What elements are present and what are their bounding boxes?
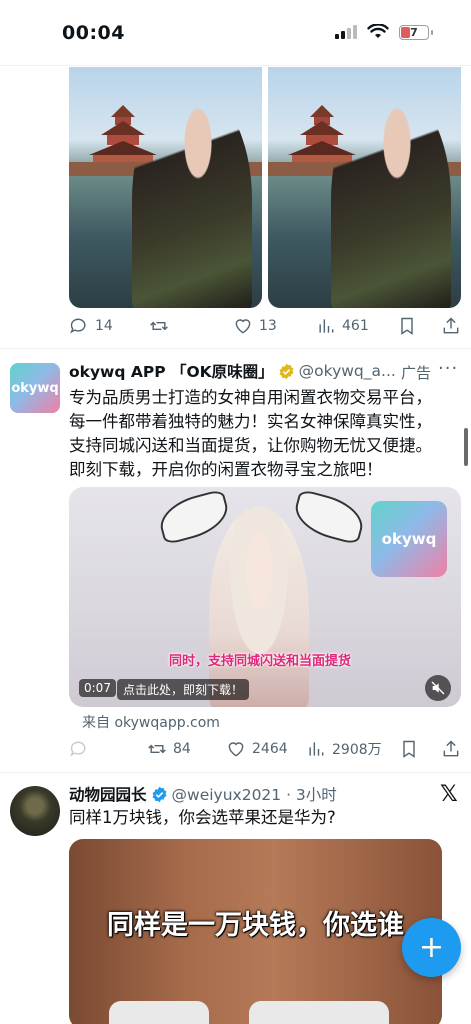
reply-icon [69,316,89,336]
cellular-signal-icon [335,25,357,39]
post-divider [0,772,471,773]
share-icon [441,739,461,759]
post-photo[interactable] [268,67,461,308]
post-photo[interactable] [69,67,262,308]
post-text-line: 每一件都带着独特的魅力！实名女神保障真实性， [69,412,432,431]
video-subject [209,507,309,707]
phone-image [109,1001,209,1024]
video-decoration [155,488,233,546]
image-caption: 同样是一万块钱，你选谁 [107,910,404,941]
reply-count: 14 [95,318,113,334]
status-time: 00:04 [62,22,125,44]
scrollbar[interactable] [464,428,468,466]
views-button[interactable]: 461 [316,316,369,336]
post-text-line: 即刻下载，开启你的闲置衣物寻宝之旅吧！ [69,460,383,479]
retweet-button[interactable]: 84 [147,739,191,759]
bookmark-button[interactable] [397,316,417,336]
x-logo-icon: 𝕏 [440,782,458,807]
share-icon [441,316,461,336]
wifi-icon [367,24,389,38]
like-count: 2464 [252,741,288,757]
avatar[interactable]: okywq [10,363,60,413]
bookmark-icon [397,316,417,336]
more-options-icon[interactable]: ··· [438,358,458,379]
bookmark-icon [399,739,419,759]
status-icons: 7 [335,24,433,40]
ad-post-header: okywq APP 「OK原味圈」 @okywq_a... [69,360,396,382]
author-handle[interactable]: @weiyux2021 · 3小时 [172,783,337,805]
phone-image [249,1001,389,1024]
share-button[interactable] [441,739,461,759]
post3-header: 动物园园长 @weiyux2021 · 3小时 [69,783,337,805]
view-count: 2908万 [332,742,382,758]
views-icon [306,739,326,759]
battery-level: 7 [410,25,418,39]
ad-video[interactable]: okywq 同时，支持同城闪送和当面提货 0:07 点击此处，即刻下载！ [69,487,461,707]
like-icon [226,739,246,759]
ad-source-link[interactable]: 来自 okywqapp.com [82,712,220,732]
like-button[interactable]: 2464 [226,739,288,759]
post-divider [0,348,471,349]
video-subtitle: 同时，支持同城闪送和当面提货 [169,654,352,669]
video-decoration [290,488,368,546]
retweet-button[interactable] [149,316,169,336]
status-bar: 00:04 7 [0,0,471,66]
author-name[interactable]: 动物园园长 [69,783,147,805]
author-handle[interactable]: @okywq_a... [299,362,396,380]
views-icon [316,316,336,336]
author-name[interactable]: okywq APP 「OK原味圈」 [69,360,274,382]
avatar[interactable] [10,786,60,836]
bookmark-button[interactable] [399,739,419,759]
mute-icon [431,681,445,695]
ad-label: 广告 [401,364,432,382]
post-text-line: 专为品质男士打造的女神自用闲置衣物交易平台， [69,388,432,407]
like-icon [233,316,253,336]
like-count: 13 [259,318,277,334]
battery-indicator: 7 [399,24,433,40]
download-cta[interactable]: 点击此处，即刻下载！ [117,679,250,700]
reply-icon [69,739,89,759]
post1-photos [69,67,461,308]
retweet-icon [149,316,169,336]
view-count: 461 [342,318,369,334]
like-button[interactable]: 13 [233,316,277,336]
views-button[interactable]: 2908万 [306,739,382,759]
video-brand-logo: okywq [371,501,447,577]
reply-button[interactable]: 14 [69,316,113,336]
video-duration: 0:07 [79,679,116,697]
reply-button[interactable] [69,739,89,759]
post3-image[interactable]: 同样是一万块钱，你选谁 [69,839,442,1024]
retweet-count: 84 [173,741,191,757]
retweet-icon [147,739,167,759]
share-button[interactable] [441,316,461,336]
post1-action-bar: 14 13 461 [69,315,463,337]
post3-text: 同样1万块钱，你会选苹果还是华为? [69,808,336,827]
ad-post-text: 专为品质男士打造的女神自用闲置衣物交易平台， 每一件都带着独特的魅力！实名女神保… [69,386,464,482]
mute-button[interactable] [425,675,451,701]
ad-action-bar: 84 2464 2908万 [69,738,463,760]
post-text-line: 支持同城闪送和当面提货，让你购物无忧又便捷。 [69,436,432,455]
verified-icon [152,786,167,802]
compose-button[interactable]: + [402,918,461,977]
verified-icon [279,363,294,379]
